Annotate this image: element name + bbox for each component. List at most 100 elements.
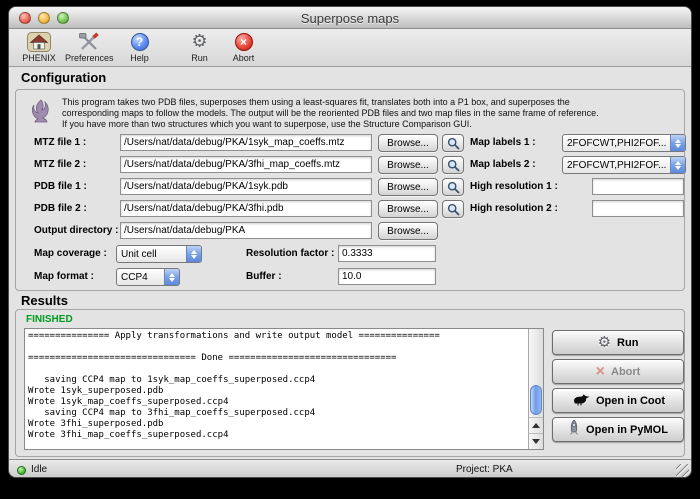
toolbar-abort-button[interactable]: × Abort	[226, 31, 262, 63]
high-resolution-2-label: High resolution 2 :	[470, 200, 558, 218]
map-coverage-value: Unit cell	[117, 249, 186, 260]
high-resolution-1-input[interactable]	[592, 178, 684, 195]
popup-arrows-icon	[670, 135, 685, 151]
log-line: Wrote 3fhi_superposed.pdb	[28, 419, 525, 430]
mtz-file-1-browse-button[interactable]: Browse...	[378, 134, 438, 152]
magnifier-icon	[447, 137, 460, 150]
pdb-file-2-input[interactable]	[120, 200, 372, 217]
map-labels-1-value: 2FOFCWT,PHI2FOF...	[563, 138, 670, 149]
zoom-button[interactable]	[57, 12, 69, 24]
toolbar-help-label: Help	[130, 53, 149, 63]
log-line: =============================== Done ===…	[28, 353, 525, 364]
coot-bird-icon	[571, 393, 590, 409]
map-labels-2-value: 2FOFCWT,PHI2FOF...	[563, 160, 670, 171]
abort-button[interactable]: × Abort	[552, 359, 684, 384]
abort-x-icon: ×	[596, 364, 605, 380]
status-bar: Idle Project: PKA	[9, 459, 691, 478]
log-line: Wrote 3fhi_map_coeffs_superposed.ccp4	[28, 430, 525, 441]
run-button-label: Run	[617, 337, 638, 349]
run-button[interactable]: ⚙ Run	[552, 330, 684, 355]
title-bar[interactable]: Superpose maps	[9, 7, 691, 29]
results-heading: Results	[21, 293, 68, 308]
project-label: Project: PKA	[456, 464, 513, 475]
toolbar-preferences-label: Preferences	[65, 53, 114, 63]
abort-icon: ×	[235, 31, 253, 52]
mtz-file-2-label: MTZ file 2 :	[34, 156, 86, 174]
map-coverage-label: Map coverage :	[34, 245, 107, 263]
log-line	[28, 364, 525, 375]
log-line: Wrote 1syk_superposed.pdb	[28, 386, 525, 397]
map-format-value: CCP4	[117, 272, 164, 283]
buffer-input[interactable]	[338, 268, 436, 285]
output-directory-browse-button[interactable]: Browse...	[378, 222, 438, 240]
pdb-file-2-search-icon-button[interactable]	[442, 200, 464, 218]
console-scrollbar[interactable]	[528, 329, 543, 449]
program-description: This program takes two PDB files, superp…	[62, 97, 674, 130]
toolbar-phenix-button[interactable]: PHENIX	[21, 31, 57, 63]
configuration-heading: Configuration	[21, 70, 106, 85]
output-directory-label: Output directory :	[34, 222, 118, 240]
magnifier-icon	[447, 203, 460, 216]
toolbar-run-button[interactable]: ⚙ Run	[182, 31, 218, 63]
run-gear-icon: ⚙	[598, 335, 611, 350]
mtz-file-1-label: MTZ file 1 :	[34, 134, 86, 152]
mtz-file-2-browse-button[interactable]: Browse...	[378, 156, 438, 174]
close-button[interactable]	[19, 12, 31, 24]
scroll-up-button[interactable]	[529, 417, 543, 433]
popup-arrows-icon	[186, 246, 201, 262]
log-console-text: =============== Apply transformations an…	[28, 331, 525, 447]
log-line: saving CCP4 map to 1syk_map_coeffs_super…	[28, 375, 525, 386]
phenix-home-icon	[27, 31, 51, 52]
preferences-tools-icon	[77, 31, 101, 52]
output-directory-input[interactable]	[120, 222, 372, 239]
scroll-down-button[interactable]	[529, 433, 543, 449]
map-labels-2-select[interactable]: 2FOFCWT,PHI2FOF...	[562, 156, 686, 174]
map-labels-2-label: Map labels 2 :	[470, 156, 536, 174]
map-labels-1-select[interactable]: 2FOFCWT,PHI2FOF...	[562, 134, 686, 152]
toolbar-preferences-button[interactable]: Preferences	[65, 31, 114, 63]
program-info-icon	[29, 98, 53, 129]
description-line: corresponding maps to follow the models.…	[62, 108, 674, 119]
toolbar: PHENIX Preferences ? Help ⚙ Run	[9, 29, 691, 67]
open-in-pymol-label: Open in PyMOL	[586, 424, 668, 436]
resize-grip[interactable]	[676, 464, 689, 477]
pdb-file-1-label: PDB file 1 :	[34, 178, 87, 196]
mtz-file-2-search-icon-button[interactable]	[442, 156, 464, 174]
log-line	[28, 342, 525, 353]
configuration-groupbox: This program takes two PDB files, superp…	[15, 89, 685, 291]
superpose-maps-window: Superpose maps PHENIX	[8, 6, 692, 478]
help-icon: ?	[131, 31, 149, 52]
mtz-file-1-search-icon-button[interactable]	[442, 134, 464, 152]
pdb-file-2-label: PDB file 2 :	[34, 200, 87, 218]
buffer-label: Buffer :	[246, 268, 282, 286]
status-text: Idle	[31, 464, 47, 475]
map-coverage-select[interactable]: Unit cell	[116, 245, 202, 263]
map-format-select[interactable]: CCP4	[116, 268, 180, 286]
open-in-coot-button[interactable]: Open in Coot	[552, 388, 684, 413]
scrollbar-thumb[interactable]	[530, 385, 542, 415]
results-groupbox: FINISHED =============== Apply transform…	[15, 309, 685, 457]
status-badge: FINISHED	[26, 314, 73, 325]
high-resolution-2-input[interactable]	[592, 200, 684, 217]
log-line: saving CCP4 map to 3fhi_map_coeffs_super…	[28, 408, 525, 419]
toolbar-help-button[interactable]: ? Help	[122, 31, 158, 63]
pdb-file-1-input[interactable]	[120, 178, 372, 195]
mtz-file-1-input[interactable]	[120, 134, 372, 151]
abort-button-label: Abort	[611, 366, 640, 378]
minimize-button[interactable]	[38, 12, 50, 24]
popup-arrows-icon	[670, 157, 685, 173]
status-indicator-icon	[17, 466, 26, 475]
log-console[interactable]: =============== Apply transformations an…	[24, 328, 544, 450]
pdb-file-2-browse-button[interactable]: Browse...	[378, 200, 438, 218]
log-line: =============== Apply transformations an…	[28, 331, 525, 342]
pymol-rocket-icon	[568, 420, 580, 439]
description-line: This program takes two PDB files, superp…	[62, 97, 674, 108]
open-in-pymol-button[interactable]: Open in PyMOL	[552, 417, 684, 442]
mtz-file-2-input[interactable]	[120, 156, 372, 173]
pdb-file-1-search-icon-button[interactable]	[442, 178, 464, 196]
map-labels-1-label: Map labels 1 :	[470, 134, 536, 152]
pdb-file-1-browse-button[interactable]: Browse...	[378, 178, 438, 196]
resolution-factor-input[interactable]	[338, 245, 436, 262]
toolbar-phenix-label: PHENIX	[22, 53, 56, 63]
run-gear-icon: ⚙	[191, 31, 207, 52]
